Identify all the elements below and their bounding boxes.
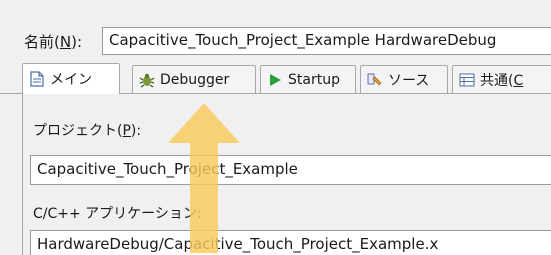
common-icon [459, 72, 475, 88]
tab-source[interactable]: ソース [360, 65, 448, 93]
project-label: プロジェクト(P): [33, 123, 142, 139]
config-name-row: 名前(N): Capacitive_Touch_Project_Example … [0, 0, 551, 64]
tab-source-label: ソース [388, 72, 430, 89]
config-name-input[interactable]: Capacitive_Touch_Project_Example Hardwar… [102, 27, 551, 55]
tab-debugger[interactable]: Debugger [132, 65, 256, 93]
tab-bar: メイン Debugger Startup ソース 共通(C [0, 62, 551, 94]
tab-main[interactable]: メイン [22, 63, 120, 94]
play-icon [267, 72, 283, 88]
tab-common[interactable]: 共通(C [452, 65, 551, 93]
source-icon [367, 72, 383, 88]
tab-startup[interactable]: Startup [260, 65, 356, 93]
application-label: C/C++ アプリケーション: [33, 206, 202, 222]
document-icon [29, 71, 45, 87]
tab-common-label: 共通(C [480, 72, 524, 89]
tab-startup-label: Startup [288, 71, 340, 88]
name-label: 名前(N): [24, 33, 82, 51]
application-field[interactable]: HardwareDebug/Capacitive_Touch_Project_E… [30, 230, 551, 255]
project-field[interactable]: Capacitive_Touch_Project_Example [30, 155, 551, 185]
tab-debugger-label: Debugger [160, 71, 230, 88]
bug-icon [139, 72, 155, 88]
tab-main-label: メイン [50, 72, 92, 88]
